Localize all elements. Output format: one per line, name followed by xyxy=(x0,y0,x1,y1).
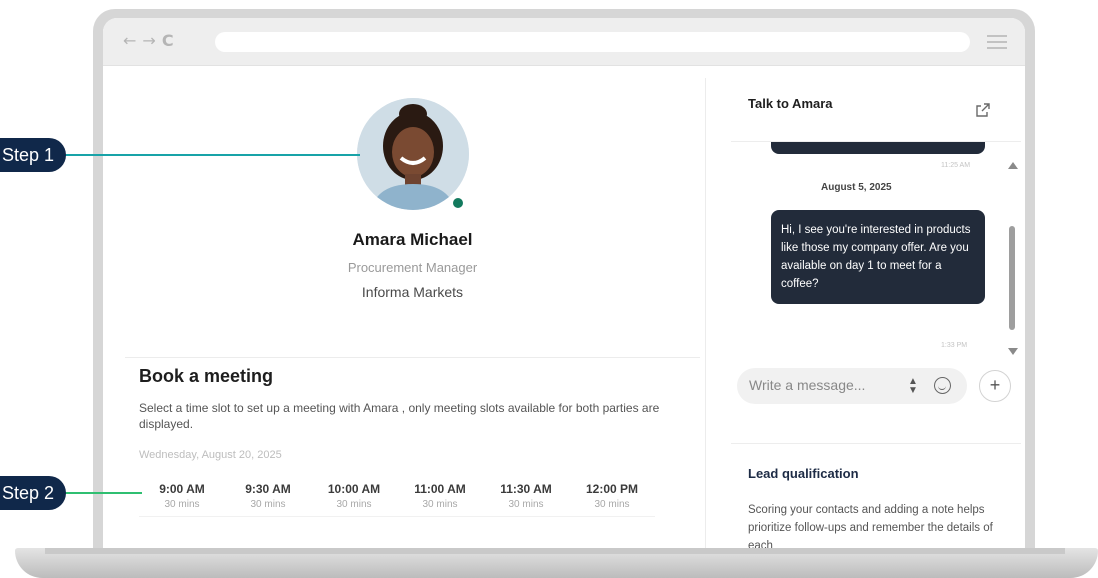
slot-time: 11:30 AM xyxy=(500,482,552,496)
time-slot[interactable]: 11:00 AM 30 mins xyxy=(397,478,483,517)
hamburger-menu-icon[interactable] xyxy=(987,35,1007,49)
book-meeting-heading: Book a meeting xyxy=(139,366,274,386)
profile-card: Amara Michael Procurement Manager Inform… xyxy=(125,78,700,358)
step-1-connector xyxy=(62,154,360,156)
time-slot[interactable]: 11:30 AM 30 mins xyxy=(483,478,569,517)
scroll-thumb[interactable] xyxy=(1009,226,1015,330)
previous-message-time: 11:25 AM xyxy=(941,162,971,169)
step-2-badge: Step 2 xyxy=(0,476,67,510)
message-input[interactable] xyxy=(749,377,889,393)
stepper-icon[interactable]: ▲ ▼ xyxy=(908,377,918,396)
reload-icon[interactable]: C xyxy=(162,31,174,50)
laptop-screen: ← → C Amara Michael Procurement Manager … xyxy=(103,18,1025,548)
arrow-left-icon[interactable]: ← xyxy=(123,31,136,50)
emoji-icon[interactable] xyxy=(934,377,951,394)
slot-duration: 30 mins xyxy=(422,499,458,510)
chat-header: Talk to Amara xyxy=(731,78,1021,142)
slot-time: 9:30 AM xyxy=(245,482,291,496)
profile-name: Amara Michael xyxy=(352,230,473,249)
chat-messages: 11:25 AM August 5, 2025 Hi, I see you're… xyxy=(731,142,1021,362)
scroll-down-icon[interactable] xyxy=(1008,348,1018,355)
slot-duration: 30 mins xyxy=(250,499,286,510)
chat-panel: Talk to Amara 11:25 AM August 5, 2025 Hi… xyxy=(731,78,1021,548)
arrow-right-icon[interactable]: → xyxy=(142,31,155,50)
slot-duration: 30 mins xyxy=(164,499,200,510)
lead-qualification-description: Scoring your contacts and adding a note … xyxy=(748,504,993,548)
laptop-hinge xyxy=(45,548,1065,554)
chat-title: Talk to Amara xyxy=(748,96,833,111)
panel-divider xyxy=(705,78,706,548)
profile-panel: Amara Michael Procurement Manager Inform… xyxy=(125,78,700,548)
lead-qualification-card: Lead qualification Scoring your contacts… xyxy=(731,443,1021,548)
profile-job-title: Procurement Manager xyxy=(347,260,478,275)
chat-scrollbar[interactable] xyxy=(1008,162,1018,360)
stage: ← → C Amara Michael Procurement Manager … xyxy=(0,0,1098,578)
slot-time: 12:00 PM xyxy=(585,482,639,496)
message-bubble: Hi, I see you're interested in products … xyxy=(771,210,985,304)
slot-duration: 30 mins xyxy=(508,499,544,510)
time-slot[interactable]: 10:00 AM 30 mins xyxy=(311,478,397,517)
meeting-date: Wednesday, August 20, 2025 xyxy=(139,449,282,461)
add-attachment-button[interactable]: + xyxy=(979,370,1011,402)
address-bar[interactable] xyxy=(215,32,970,52)
slot-time: 11:00 AM xyxy=(414,482,466,496)
avatar xyxy=(357,98,469,210)
browser-nav: ← → C xyxy=(123,31,174,50)
time-slot-list: 9:00 AM 30 mins 9:30 AM 30 mins 10:00 AM… xyxy=(139,478,655,517)
message-composer: ▲▼ xyxy=(737,368,967,404)
slot-time: 10:00 AM xyxy=(327,482,381,496)
online-status-icon xyxy=(451,196,465,210)
time-slot[interactable]: 9:00 AM 30 mins xyxy=(139,478,225,517)
step-2-connector xyxy=(62,492,142,494)
step-1-badge: Step 1 xyxy=(0,138,67,172)
external-link-icon[interactable] xyxy=(976,103,990,117)
slot-duration: 30 mins xyxy=(594,499,630,510)
slot-duration: 30 mins xyxy=(336,499,372,510)
slot-time: 9:00 AM xyxy=(159,482,205,496)
time-slot[interactable]: 12:00 PM 30 mins xyxy=(569,478,655,517)
previous-message-bubble xyxy=(771,142,985,154)
time-slot[interactable]: 9:30 AM 30 mins xyxy=(225,478,311,517)
browser-toolbar: ← → C xyxy=(103,18,1025,66)
message-time: 1:33 PM xyxy=(941,342,968,349)
profile-company: Informa Markets xyxy=(361,284,464,300)
avatar-photo xyxy=(357,98,469,210)
scroll-up-icon[interactable] xyxy=(1008,162,1018,169)
chat-date-separator: August 5, 2025 xyxy=(821,182,892,193)
book-meeting-description: Select a time slot to set up a meeting w… xyxy=(139,401,660,431)
lead-qualification-title: Lead qualification xyxy=(748,466,859,481)
